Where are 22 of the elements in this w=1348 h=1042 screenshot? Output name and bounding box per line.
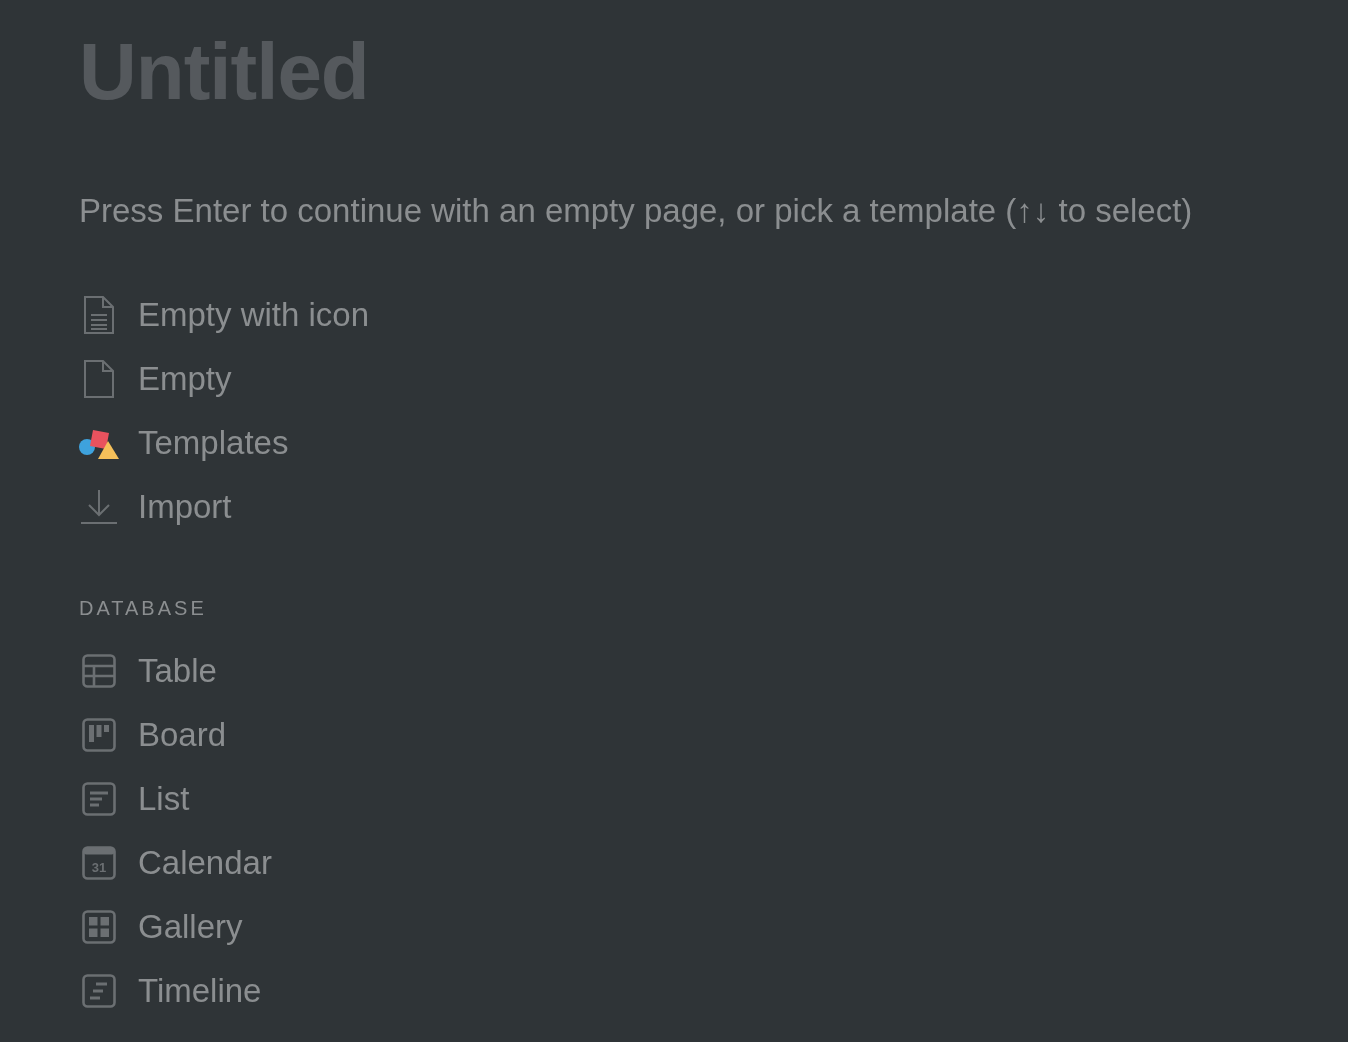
table-icon <box>82 654 116 688</box>
menu-option[interactable]: List <box>79 779 190 819</box>
menu-option[interactable]: Templates <box>79 423 289 463</box>
board-icon <box>82 718 116 752</box>
menu-option[interactable]: Board <box>79 715 227 755</box>
list-icon <box>82 782 116 816</box>
instruction-text: Press Enter to continue with an empty page, or pick a template (↑↓ to select) <box>79 192 1193 230</box>
menu-option[interactable]: Import <box>79 487 232 527</box>
gallery-icon <box>82 910 116 944</box>
menu-option[interactable]: Timeline <box>79 971 262 1011</box>
document-icon <box>84 360 114 398</box>
menu-option[interactable]: Table <box>79 651 217 691</box>
menu-option[interactable]: Gallery <box>79 907 243 947</box>
menu-option[interactable]: Empty <box>79 359 232 399</box>
section-heading: DATABASE <box>79 596 207 620</box>
menu-option[interactable]: 31 Calendar <box>79 843 272 883</box>
timeline-icon <box>82 974 116 1008</box>
document-lines-icon <box>84 296 114 334</box>
menu-option[interactable]: Empty with icon <box>79 295 370 335</box>
calendar-icon: 31 <box>82 846 116 880</box>
shapes-icon <box>79 427 119 459</box>
download-icon <box>80 489 118 525</box>
